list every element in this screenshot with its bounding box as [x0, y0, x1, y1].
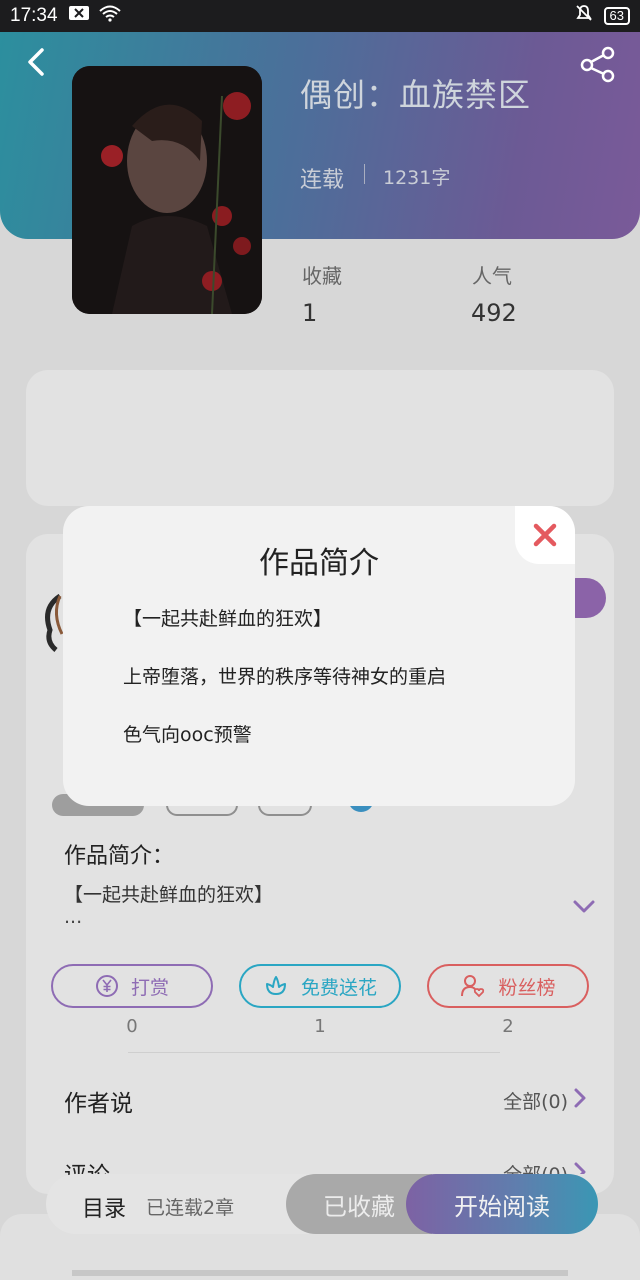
fan-ranking-label: 粉丝榜	[498, 976, 556, 999]
chevron-left-icon	[28, 48, 44, 76]
book-cover-image[interactable]	[72, 66, 262, 314]
author-says-title: 作者说	[64, 1091, 133, 1117]
status-bar: 17:34 63	[0, 0, 640, 32]
send-flower-button[interactable]: 免费送花	[239, 964, 401, 1008]
battery-indicator: 63	[603, 7, 630, 25]
favorites-value: 1	[302, 299, 318, 327]
content-peek	[72, 1270, 568, 1276]
comments-all-link[interactable]: 全部(0)	[503, 1160, 568, 1174]
bell-muted-icon	[574, 3, 594, 29]
reward-count: 0	[126, 1016, 138, 1037]
toc-button[interactable]: 目录	[82, 1191, 126, 1223]
fan-ranking-button[interactable]: 粉丝榜	[427, 964, 589, 1008]
intro-ellipsis: ...	[64, 906, 83, 928]
intro-label: 作品简介：	[64, 844, 175, 869]
chevron-down-icon	[573, 900, 595, 913]
popularity-value: 492	[471, 299, 517, 327]
modal-line: 色气向ooc预警	[123, 724, 252, 746]
info-card	[26, 370, 614, 506]
comments-title: 评论	[64, 1163, 110, 1176]
fan-user-heart-icon	[461, 975, 485, 998]
message-notification-icon	[68, 5, 90, 27]
modal-line: 【一起共赴鲜血的狂欢】	[123, 608, 333, 630]
word-count: 1231字	[383, 167, 451, 189]
send-flower-label: 免费送花	[300, 976, 377, 999]
start-reading-button[interactable]: 开始阅读	[406, 1174, 598, 1234]
fan-count: 2	[502, 1016, 514, 1037]
favorites-label: 收藏	[302, 264, 342, 288]
share-icon	[580, 46, 615, 83]
wifi-icon	[98, 4, 122, 28]
back-button[interactable]	[20, 44, 56, 80]
yuan-coin-icon	[95, 975, 118, 997]
chevron-right-icon[interactable]	[572, 1160, 588, 1174]
intro-preview: 【一起共赴鲜血的狂欢】	[64, 884, 274, 906]
modal-line: 上帝堕落，世界的秩序等待神女的重启	[123, 666, 447, 688]
book-title: 偶创：血族禁区	[300, 76, 532, 114]
status-time: 17:34	[10, 5, 58, 26]
popularity-label: 人气	[472, 264, 512, 288]
chevron-right-icon[interactable]	[572, 1086, 588, 1110]
reward-button[interactable]: 打赏	[51, 964, 213, 1008]
author-says-all-link[interactable]: 全部(0)	[503, 1087, 568, 1114]
expand-intro-button[interactable]	[570, 894, 598, 918]
divider	[364, 164, 365, 184]
intro-modal: 作品简介 【一起共赴鲜血的狂欢】 上帝堕落，世界的秩序等待神女的重启 色气向oo…	[63, 506, 575, 806]
modal-title: 作品简介	[259, 546, 379, 581]
flower-icon	[265, 976, 286, 995]
share-button[interactable]	[578, 44, 618, 84]
section-divider	[128, 1052, 500, 1053]
chapter-count: 已连载2章	[146, 1197, 235, 1219]
reward-label: 打赏	[130, 976, 169, 999]
book-status: 连载	[300, 168, 345, 193]
flower-count: 1	[314, 1016, 326, 1037]
